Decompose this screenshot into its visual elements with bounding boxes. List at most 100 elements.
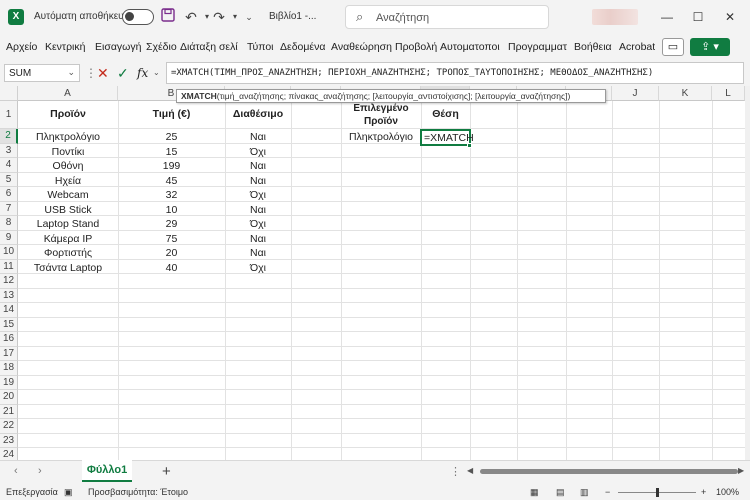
fill-handle[interactable] <box>467 143 472 148</box>
tab-draw[interactable]: Σχέδιο <box>146 41 177 53</box>
macro-record-icon[interactable]: ▣ <box>64 487 73 498</box>
tab-insert[interactable]: Εισαγωγή <box>95 41 141 53</box>
column-header-l[interactable]: L <box>712 86 745 101</box>
cell-available[interactable]: Όχι <box>225 262 291 274</box>
cell-available[interactable]: Ναι <box>225 204 291 216</box>
cancel-icon[interactable]: ✕ <box>97 64 109 82</box>
cell-available[interactable]: Όχι <box>225 146 291 158</box>
column-header-a[interactable]: A <box>18 86 118 101</box>
maximize-icon[interactable]: ☐ <box>686 6 710 28</box>
tab-view[interactable]: Προβολή <box>395 41 437 53</box>
tab-automate[interactable]: Αυτοματοποι <box>440 41 506 53</box>
active-cell[interactable]: =XMATCH <box>420 129 474 146</box>
tab-help[interactable]: Βοήθεια <box>574 41 612 53</box>
scroll-right-icon[interactable]: ▶ <box>738 466 744 475</box>
next-sheet-icon[interactable]: › <box>38 465 42 477</box>
cell-price[interactable]: 45 <box>118 175 225 187</box>
vertical-scrollbar[interactable] <box>745 86 750 460</box>
cell-product[interactable]: USB Stick <box>18 204 118 216</box>
row-header-3[interactable]: 3 <box>0 143 18 158</box>
tab-page-layout[interactable]: Διάταξη σελί <box>180 41 246 53</box>
cell-price[interactable]: 10 <box>118 204 225 216</box>
cell-available[interactable]: Όχι <box>225 218 291 230</box>
cell-price[interactable]: 32 <box>118 189 225 201</box>
row-header-24[interactable]: 24 <box>0 448 18 460</box>
row-header-10[interactable]: 10 <box>0 245 18 260</box>
row-header-2[interactable]: 2 <box>0 129 18 144</box>
cell-product[interactable]: Ηχεία <box>18 175 118 187</box>
close-icon[interactable]: ✕ <box>718 6 742 28</box>
row-header-23[interactable]: 23 <box>0 433 18 448</box>
cell-available[interactable]: Ναι <box>225 175 291 187</box>
row-header-7[interactable]: 7 <box>0 201 18 216</box>
select-all-corner[interactable] <box>0 86 18 101</box>
header-price[interactable]: Τιμή (€) <box>118 108 225 120</box>
row-header-8[interactable]: 8 <box>0 216 18 231</box>
header-product[interactable]: Προϊόν <box>18 108 118 120</box>
header-selected-product[interactable]: Επιλεγμένο Προϊόν <box>341 102 421 128</box>
cell-price[interactable]: 40 <box>118 262 225 274</box>
customize-toolbar-icon[interactable]: ⌄ <box>240 8 258 26</box>
zoom-level[interactable]: 100% <box>716 487 739 497</box>
zoom-in-icon[interactable]: + <box>701 487 706 497</box>
selected-product-cell[interactable]: Πληκτρολόγιο <box>341 131 421 143</box>
autosave-toggle[interactable] <box>122 9 154 25</box>
column-header-j[interactable]: J <box>612 86 659 101</box>
search-box[interactable]: ⌕ Αναζήτηση <box>345 5 549 29</box>
column-header-k[interactable]: K <box>659 86 712 101</box>
tab-file[interactable]: Αρχείο <box>6 41 37 53</box>
share-button[interactable]: ⇪ ▾ <box>690 38 730 56</box>
row-header-14[interactable]: 14 <box>0 303 18 318</box>
row-header-4[interactable]: 4 <box>0 158 18 173</box>
row-header-1[interactable]: 1 <box>0 101 18 129</box>
cell-product[interactable]: Κάμερα IP <box>18 233 118 245</box>
cell-available[interactable]: Ναι <box>225 233 291 245</box>
accessibility-status[interactable]: Προσβασιμότητα: Έτοιμο <box>88 487 188 497</box>
document-title[interactable]: Βιβλίο1 -... <box>269 11 316 22</box>
page-layout-view-icon[interactable]: ▤ <box>556 487 565 498</box>
insert-function-icon[interactable]: fx <box>137 64 148 82</box>
save-icon[interactable] <box>159 8 177 26</box>
horizontal-scrollbar[interactable] <box>480 469 738 474</box>
normal-view-icon[interactable]: ▦ <box>530 487 539 498</box>
row-header-21[interactable]: 21 <box>0 404 18 419</box>
row-header-12[interactable]: 12 <box>0 274 18 289</box>
header-available[interactable]: Διαθέσιμο <box>225 108 291 120</box>
cell-product[interactable]: Laptop Stand <box>18 218 118 230</box>
comments-icon[interactable]: ▭ <box>662 38 684 56</box>
cell-price[interactable]: 75 <box>118 233 225 245</box>
cell-product[interactable]: Φορτιστής <box>18 247 118 259</box>
row-header-9[interactable]: 9 <box>0 230 18 245</box>
row-header-5[interactable]: 5 <box>0 172 18 187</box>
more-options-icon[interactable]: ⋮ <box>85 64 97 82</box>
cell-product[interactable]: Οθόνη <box>18 160 118 172</box>
cell-available[interactable]: Όχι <box>225 189 291 201</box>
prev-sheet-icon[interactable]: ‹ <box>14 465 18 477</box>
row-header-17[interactable]: 17 <box>0 346 18 361</box>
tab-acrobat[interactable]: Acrobat <box>619 41 655 53</box>
row-header-13[interactable]: 13 <box>0 288 18 303</box>
name-box[interactable]: SUM ⌄ <box>4 64 80 82</box>
row-header-6[interactable]: 6 <box>0 187 18 202</box>
cell-available[interactable]: Ναι <box>225 160 291 172</box>
sheet-options-icon[interactable]: ⋮ <box>450 465 461 478</box>
zoom-out-icon[interactable]: − <box>605 487 610 497</box>
row-header-16[interactable]: 16 <box>0 332 18 347</box>
tab-formulas[interactable]: Τύποι <box>247 41 274 53</box>
row-header-20[interactable]: 20 <box>0 390 18 405</box>
tab-review[interactable]: Αναθεώρηση <box>331 41 392 53</box>
chevron-down-icon[interactable]: ⌄ <box>67 67 75 78</box>
tab-developer[interactable]: Προγραμματ <box>508 41 572 53</box>
page-break-view-icon[interactable]: ▥ <box>580 487 589 498</box>
tooltip-function-name[interactable]: XMATCH <box>181 91 217 101</box>
sheet-tab-active[interactable]: Φύλλο1 <box>82 460 132 482</box>
cell-price[interactable]: 199 <box>118 160 225 172</box>
zoom-slider-thumb[interactable] <box>656 488 659 497</box>
cell-available[interactable]: Ναι <box>225 131 291 143</box>
row-header-22[interactable]: 22 <box>0 419 18 434</box>
cell-price[interactable]: 20 <box>118 247 225 259</box>
header-position[interactable]: Θέση <box>421 108 470 120</box>
cell-available[interactable]: Ναι <box>225 247 291 259</box>
cell-product[interactable]: Webcam <box>18 189 118 201</box>
fx-dropdown-icon[interactable]: ⌄ <box>153 64 160 82</box>
